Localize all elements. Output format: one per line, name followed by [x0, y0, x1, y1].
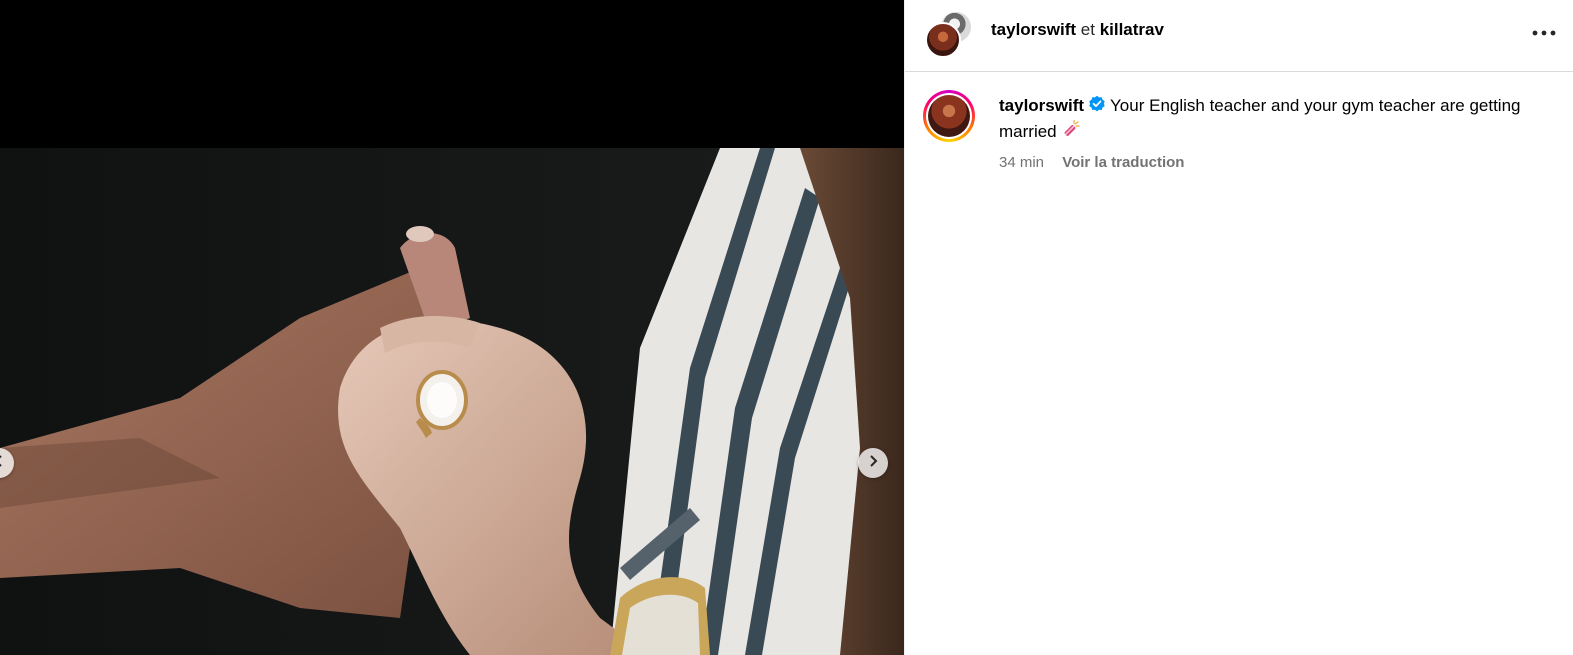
post-timestamp[interactable]: 34 min [999, 154, 1044, 171]
collab-authors: taylorswift et killatrav [991, 20, 1164, 40]
avatar-taylorswift [925, 22, 961, 58]
see-translation-link[interactable]: Voir la traduction [1062, 154, 1184, 171]
verified-badge-icon [1088, 95, 1106, 120]
author-joiner: et [1080, 20, 1095, 39]
post-photo [0, 148, 904, 655]
chevron-left-icon [0, 454, 5, 472]
author-link-1[interactable]: taylorswift [991, 20, 1076, 39]
more-horizontal-icon [1532, 23, 1556, 41]
post-dialog: taylorswift et killatrav taylorswift You… [0, 0, 1573, 655]
caption-meta: 34 min Voir la traduction [999, 154, 1184, 171]
avatar [928, 95, 970, 137]
post-side-panel: taylorswift et killatrav taylorswift You… [904, 0, 1573, 655]
chevron-right-icon [867, 454, 879, 472]
post-media [0, 0, 904, 655]
collab-avatars[interactable] [925, 10, 973, 58]
caption-avatar[interactable] [923, 90, 975, 142]
firecracker-emoji-icon [1061, 119, 1081, 147]
next-image-button[interactable] [858, 448, 888, 478]
more-options-button[interactable] [1529, 20, 1559, 44]
author-link-2[interactable]: killatrav [1100, 20, 1164, 39]
caption-text: taylorswift Your English teacher and you… [999, 94, 1539, 147]
post-header: taylorswift et killatrav [905, 0, 1573, 72]
caption-username[interactable]: taylorswift [999, 96, 1084, 115]
